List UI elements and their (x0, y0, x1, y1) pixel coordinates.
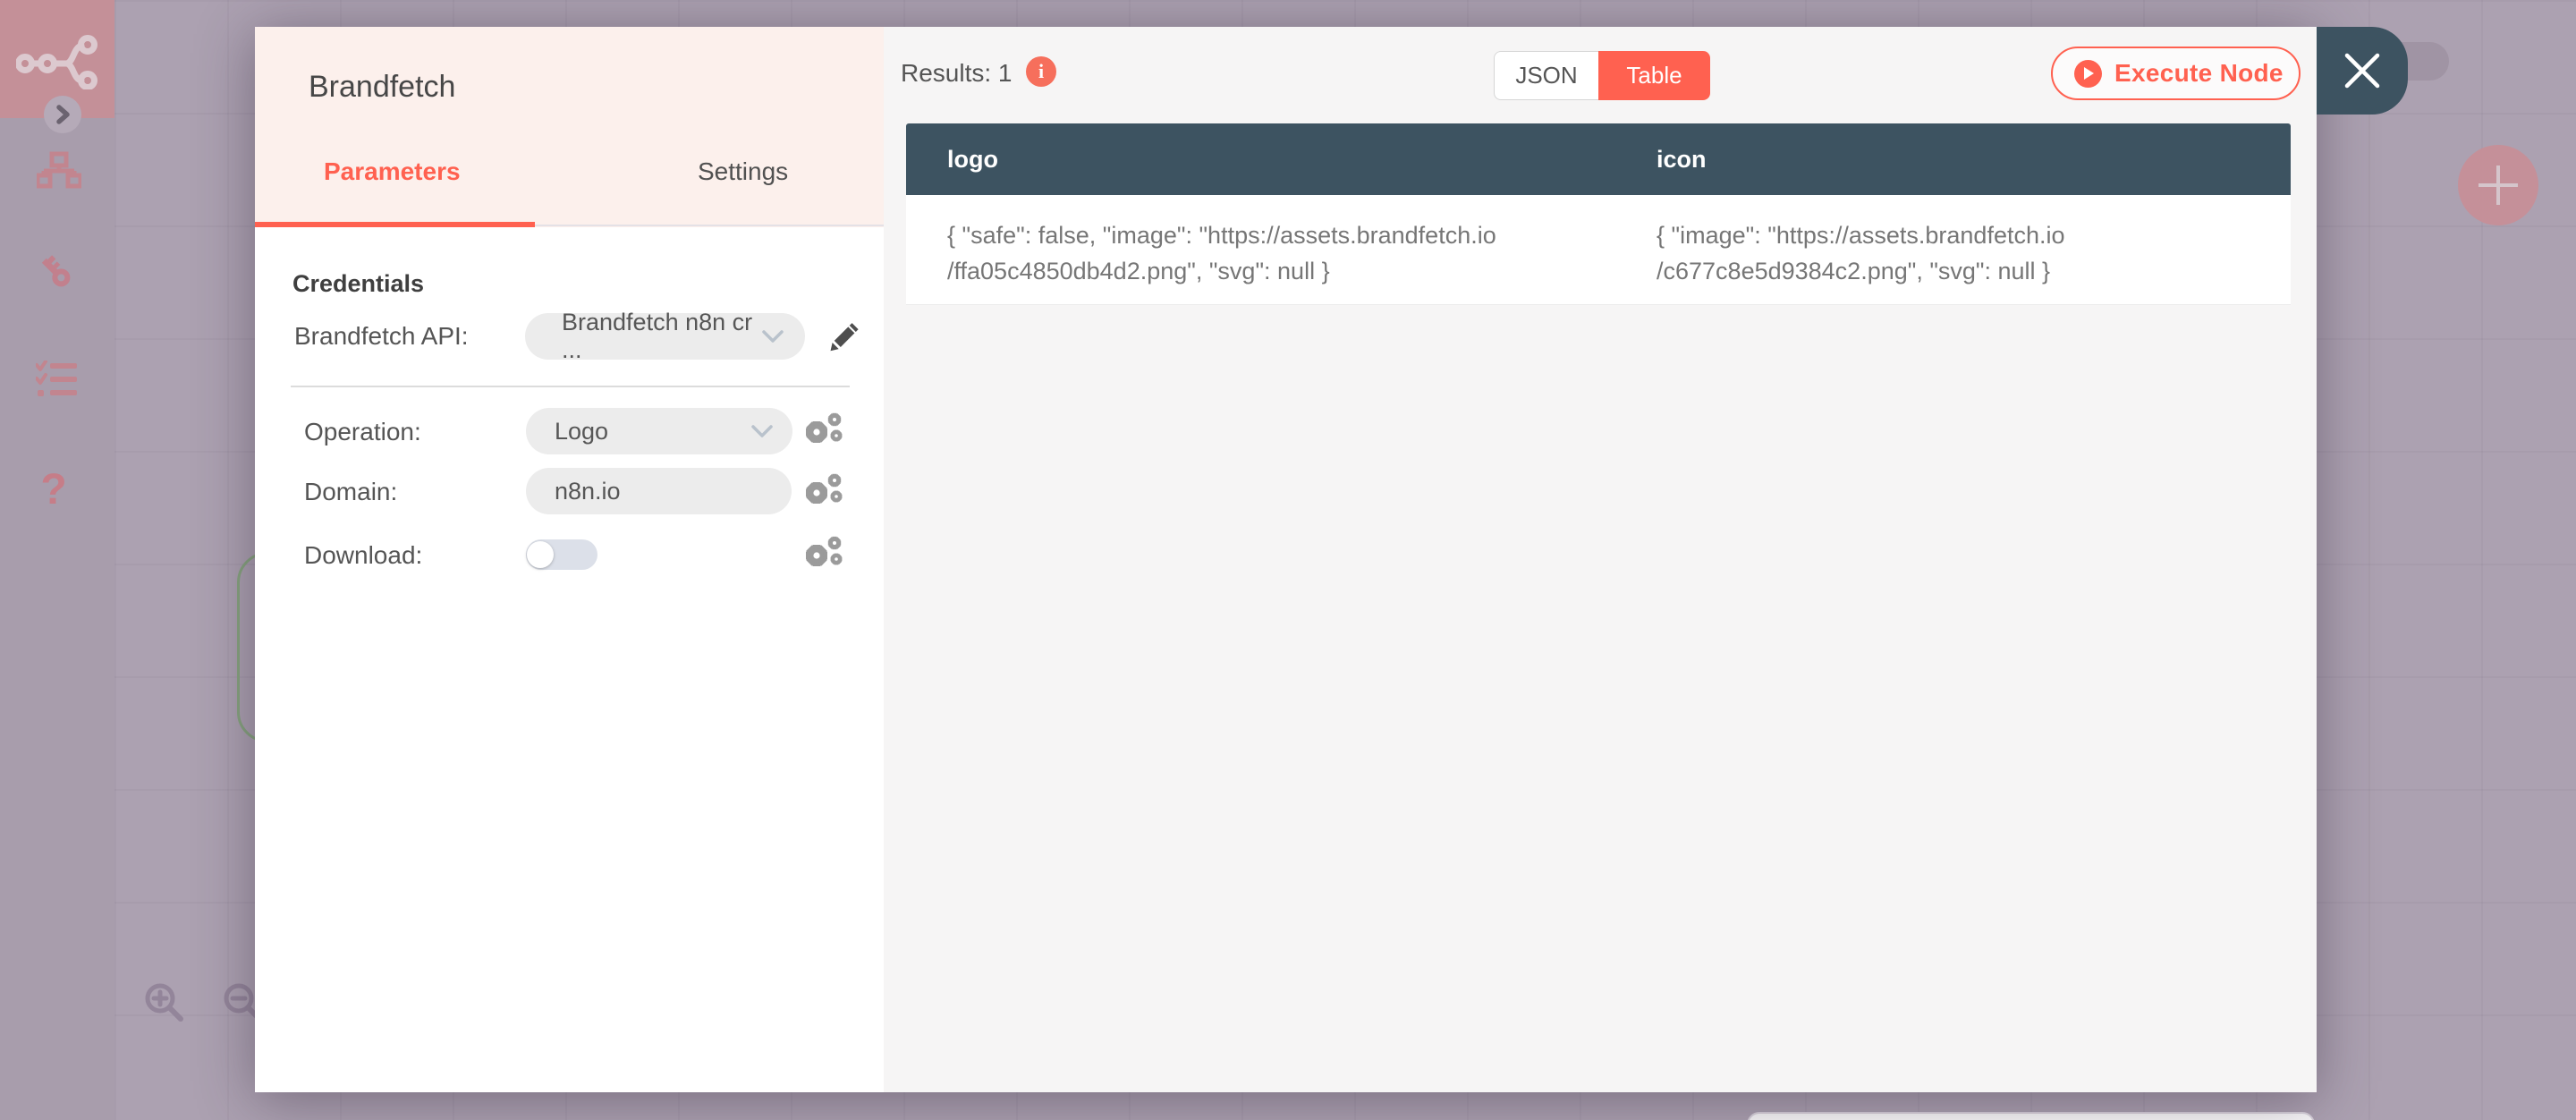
tab-divider (535, 225, 884, 226)
table-header-row: logo icon (906, 123, 2291, 195)
results-count: Results: 1 (901, 59, 1013, 87)
node-header (255, 27, 884, 227)
chevron-down-icon (762, 329, 784, 343)
node-detail-modal: Brandfetch Parameters Settings Credentia… (255, 27, 2408, 1092)
sidebar-item-executions[interactable] (33, 358, 80, 401)
credential-select-value: Brandfetch n8n cr ... (562, 309, 753, 363)
sidebar-collapse-button[interactable] (44, 96, 81, 133)
canvas-zoom-in-button[interactable] (141, 980, 188, 1026)
chevron-down-icon (751, 424, 773, 437)
view-table-button[interactable]: Table (1598, 51, 1710, 100)
section-divider (291, 386, 850, 387)
execute-node-label: Execute Node (2114, 59, 2284, 87)
toggle-knob (527, 541, 554, 568)
magnifier-plus-icon (145, 983, 183, 1022)
table-row: { "safe": false, "image": "https://asset… (906, 195, 2291, 305)
info-icon[interactable]: i (1026, 56, 1056, 87)
cell-icon: { "image": "https://assets.brandfetch.io… (1657, 222, 2065, 284)
domain-options-button[interactable] (802, 472, 843, 510)
tab-parameters[interactable]: Parameters (324, 157, 461, 186)
question-mark-icon: ? (40, 466, 67, 513)
column-header-icon: icon (1657, 145, 1707, 173)
domain-input[interactable] (526, 468, 792, 514)
plus-icon (2479, 165, 2518, 205)
download-toggle[interactable] (526, 539, 597, 570)
operation-select[interactable]: Logo (526, 408, 792, 454)
node-title: Brandfetch (309, 70, 456, 104)
cell-logo: { "safe": false, "image": "https://asset… (947, 222, 1496, 284)
play-icon (2074, 59, 2102, 88)
gears-icon (806, 412, 843, 443)
results-table: logo icon { "safe": false, "image": "htt… (906, 123, 2291, 305)
add-node-button[interactable] (2458, 145, 2538, 225)
sidebar-item-workflows[interactable] (36, 149, 82, 192)
operation-select-value: Logo (555, 417, 609, 445)
operation-options-button[interactable] (802, 412, 843, 449)
active-tab-underline (255, 222, 535, 227)
download-options-button[interactable] (802, 535, 843, 573)
operation-label: Operation: (304, 418, 421, 445)
sidebar-item-credentials[interactable] (32, 250, 79, 293)
execute-node-button[interactable]: Execute Node (2051, 47, 2301, 100)
canvas-bottom-panel (1747, 1112, 2315, 1120)
pencil-icon (830, 323, 859, 352)
gears-icon (806, 473, 843, 504)
parameters-panel: Brandfetch Parameters Settings Credentia… (255, 27, 884, 1092)
tab-settings[interactable]: Settings (698, 157, 788, 186)
download-label: Download: (304, 541, 423, 569)
edit-credential-button[interactable] (825, 318, 862, 356)
credential-select[interactable]: Brandfetch n8n cr ... (525, 309, 805, 363)
sitemap-icon (37, 151, 81, 189)
close-icon (2344, 53, 2380, 89)
chevron-right-icon (56, 105, 70, 124)
n8n-logo-icon (16, 35, 97, 89)
sidebar: ? (0, 0, 114, 1120)
gears-icon (806, 536, 843, 566)
sidebar-item-help[interactable]: ? (34, 465, 73, 515)
checklist-icon (36, 361, 77, 396)
column-header-logo: logo (947, 145, 998, 173)
key-icon (41, 255, 71, 287)
view-json-button[interactable]: JSON (1494, 51, 1598, 100)
close-modal-button[interactable] (2317, 27, 2408, 115)
domain-label: Domain: (304, 478, 398, 505)
credential-label: Brandfetch API: (294, 322, 469, 350)
credentials-heading: Credentials (292, 270, 425, 297)
